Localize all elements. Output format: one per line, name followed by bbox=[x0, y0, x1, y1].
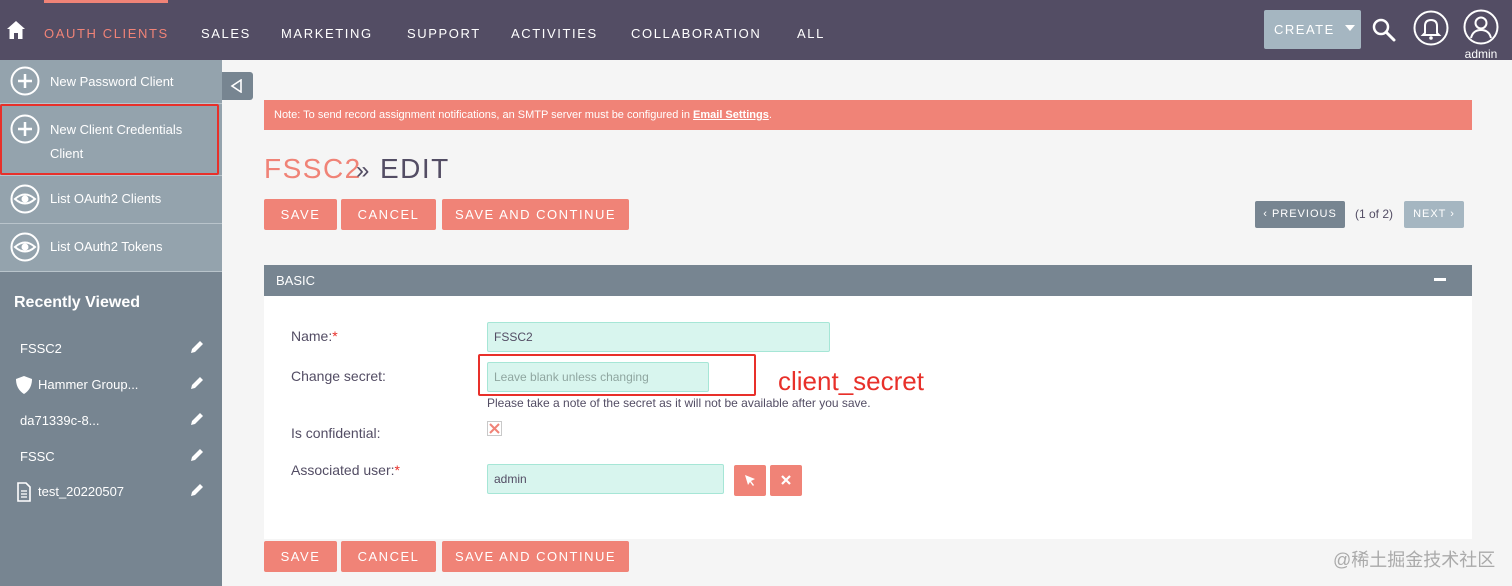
pencil-icon[interactable] bbox=[189, 411, 205, 427]
required-marker: * bbox=[394, 462, 400, 478]
recent-item[interactable]: da71339c-8... bbox=[0, 406, 222, 436]
sidebar-action-list-oauth2-tokens[interactable]: List OAuth2 Tokens bbox=[0, 224, 222, 272]
plus-circle-icon bbox=[10, 66, 40, 96]
bell-icon[interactable] bbox=[1413, 10, 1449, 46]
recent-item-label: da71339c-8... bbox=[20, 413, 100, 428]
recent-item-label: FSSC2 bbox=[20, 341, 62, 356]
pencil-icon[interactable] bbox=[189, 339, 205, 355]
name-label-text: Name: bbox=[291, 328, 333, 344]
user-name: admin bbox=[1464, 47, 1498, 61]
panel-title: BASIC bbox=[276, 273, 316, 288]
previous-label: PREVIOUS bbox=[1271, 208, 1337, 220]
home-icon[interactable] bbox=[6, 20, 26, 40]
document-icon bbox=[17, 482, 31, 502]
panel-header-basic[interactable]: BASIC bbox=[264, 265, 1472, 296]
collapse-minus-icon[interactable] bbox=[1434, 278, 1446, 281]
nav-collaboration[interactable]: COLLABORATION bbox=[631, 26, 761, 41]
name-label: Name:* bbox=[291, 328, 338, 344]
pencil-icon[interactable] bbox=[189, 482, 205, 498]
nav-all[interactable]: ALL bbox=[797, 26, 825, 41]
active-tab-indicator bbox=[44, 0, 168, 3]
is-confidential-label: Is confidential: bbox=[291, 425, 381, 441]
recent-item[interactable]: test_20220507 bbox=[0, 477, 222, 507]
notice-text: Note: To send record assignment notifica… bbox=[274, 109, 694, 121]
create-button-label: CREATE bbox=[1274, 22, 1335, 37]
sidebar-action-new-password-client[interactable]: New Password Client bbox=[0, 60, 222, 104]
sidebar-action-list-oauth2-clients[interactable]: List OAuth2 Clients bbox=[0, 176, 222, 224]
recent-item[interactable]: Hammer Group... bbox=[0, 370, 222, 400]
change-secret-label: Change secret: bbox=[291, 368, 386, 384]
recent-item-label: FSSC bbox=[20, 449, 55, 464]
nav-sales[interactable]: SALES bbox=[201, 26, 251, 41]
required-marker: * bbox=[332, 328, 338, 344]
chevron-down-icon bbox=[1345, 25, 1355, 31]
eye-icon bbox=[10, 232, 40, 262]
nav-marketing[interactable]: MARKETING bbox=[281, 26, 373, 41]
save-and-continue-button-bottom[interactable]: SAVE AND CONTINUE bbox=[442, 541, 629, 572]
recent-item[interactable]: FSSC bbox=[0, 442, 222, 472]
shield-icon bbox=[16, 376, 32, 394]
is-confidential-checkbox[interactable] bbox=[487, 421, 502, 436]
panel-body bbox=[264, 296, 1472, 539]
next-label: NEXT bbox=[1413, 208, 1447, 220]
save-and-continue-button-top[interactable]: SAVE AND CONTINUE bbox=[442, 199, 629, 230]
user-icon[interactable] bbox=[1463, 9, 1499, 45]
select-user-button[interactable] bbox=[734, 465, 766, 496]
nav-support[interactable]: SUPPORT bbox=[407, 26, 481, 41]
annotation-highlight-box bbox=[0, 104, 219, 175]
eye-icon bbox=[10, 184, 40, 214]
save-button-top[interactable]: SAVE bbox=[264, 199, 337, 230]
sidebar-action-label: List OAuth2 Clients bbox=[50, 191, 162, 206]
associated-user-label-text: Associated user: bbox=[291, 462, 395, 478]
clear-user-button[interactable] bbox=[770, 465, 802, 496]
save-button-bottom[interactable]: SAVE bbox=[264, 541, 337, 572]
checkbox-x-icon bbox=[489, 423, 500, 434]
search-icon[interactable] bbox=[1372, 18, 1396, 42]
secret-help-text: Please take a note of the secret as it w… bbox=[487, 396, 871, 410]
chevron-right-icon: › bbox=[1450, 208, 1455, 220]
recent-item[interactable]: FSSC2 bbox=[0, 334, 222, 364]
cancel-button-bottom[interactable]: CANCEL bbox=[341, 541, 436, 572]
email-settings-link[interactable]: Email Settings bbox=[693, 109, 769, 121]
page-title-action: EDIT bbox=[380, 153, 450, 184]
close-icon bbox=[781, 475, 791, 485]
sidebar-action-label: List OAuth2 Tokens bbox=[50, 239, 163, 254]
recent-item-label: Hammer Group... bbox=[38, 377, 139, 392]
associated-user-label: Associated user:* bbox=[291, 462, 400, 478]
create-button[interactable]: CREATE bbox=[1264, 10, 1361, 49]
sidebar-action-label: New Password Client bbox=[50, 74, 174, 89]
collapse-triangle-icon bbox=[230, 79, 242, 93]
cursor-arrow-icon bbox=[745, 475, 755, 486]
nav-activities[interactable]: ACTIVITIES bbox=[511, 26, 598, 41]
smtp-notice: Note: To send record assignment notifica… bbox=[264, 100, 1472, 130]
notice-suffix: . bbox=[768, 109, 772, 121]
page-title-module[interactable]: FSSC2 bbox=[264, 153, 362, 185]
associated-user-field[interactable]: admin bbox=[487, 464, 724, 494]
annotation-highlight-box bbox=[478, 354, 756, 396]
name-field[interactable]: FSSC2 bbox=[487, 322, 830, 352]
top-navigation: OAUTH CLIENTS SALES MARKETING SUPPORT AC… bbox=[0, 0, 1512, 61]
pager-count: (1 of 2) bbox=[1355, 207, 1394, 221]
recently-viewed-heading: Recently Viewed bbox=[14, 294, 140, 311]
pencil-icon[interactable] bbox=[189, 447, 205, 463]
pencil-icon[interactable] bbox=[189, 375, 205, 391]
previous-button[interactable]: ‹ PREVIOUS bbox=[1255, 201, 1345, 228]
watermark: @稀土掘金技术社区 bbox=[1333, 550, 1496, 570]
sidebar-collapse-button[interactable] bbox=[222, 72, 253, 100]
chevron-left-icon: ‹ bbox=[1263, 208, 1268, 220]
recent-item-label: test_20220507 bbox=[38, 484, 125, 499]
cancel-button-top[interactable]: CANCEL bbox=[341, 199, 436, 230]
annotation-label: client_secret bbox=[778, 366, 924, 396]
nav-oauth-clients[interactable]: OAUTH CLIENTS bbox=[44, 26, 169, 41]
page-title-separator: » bbox=[356, 157, 370, 184]
next-button[interactable]: NEXT › bbox=[1404, 201, 1464, 228]
